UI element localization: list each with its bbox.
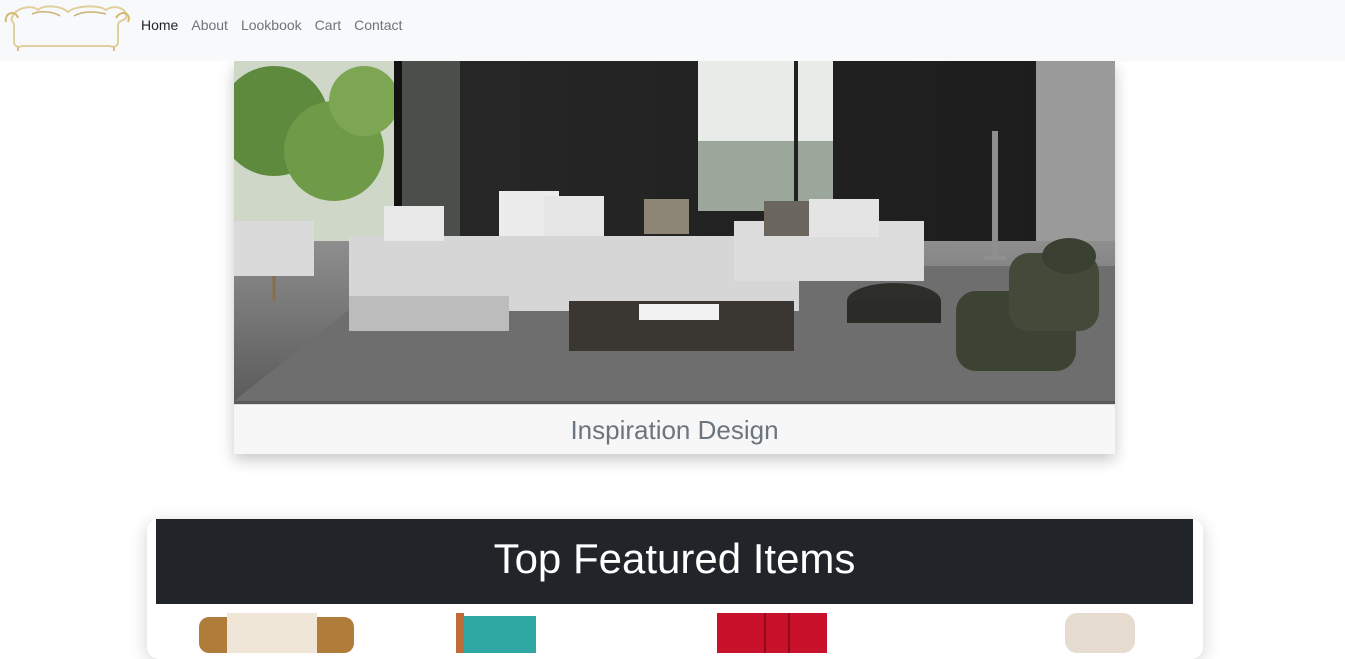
product-red-quilted-chair[interactable]	[717, 613, 827, 653]
product-wicker-armchair[interactable]	[199, 613, 354, 653]
nav-link-lookbook[interactable]: Lookbook	[241, 17, 302, 33]
product-teal-chair[interactable]	[456, 613, 536, 653]
sofa-logo-icon[interactable]	[2, 0, 132, 52]
nav-link-contact[interactable]: Contact	[354, 17, 402, 33]
hero-caption: Inspiration Design	[234, 404, 1115, 455]
nav-links: Home About Lookbook Cart Contact	[141, 17, 415, 33]
featured-header: Top Featured Items	[156, 519, 1193, 604]
nav-link-about[interactable]: About	[191, 17, 228, 33]
hero-card: Inspiration Design	[234, 61, 1115, 454]
hero-image	[234, 61, 1115, 404]
navbar: Home About Lookbook Cart Contact	[0, 0, 1345, 61]
featured-title: Top Featured Items	[493, 535, 856, 582]
nav-link-cart[interactable]: Cart	[315, 17, 341, 33]
product-beige-chair[interactable]	[1065, 613, 1135, 653]
nav-link-home[interactable]: Home	[141, 17, 178, 33]
featured-section: Top Featured Items	[147, 519, 1203, 659]
